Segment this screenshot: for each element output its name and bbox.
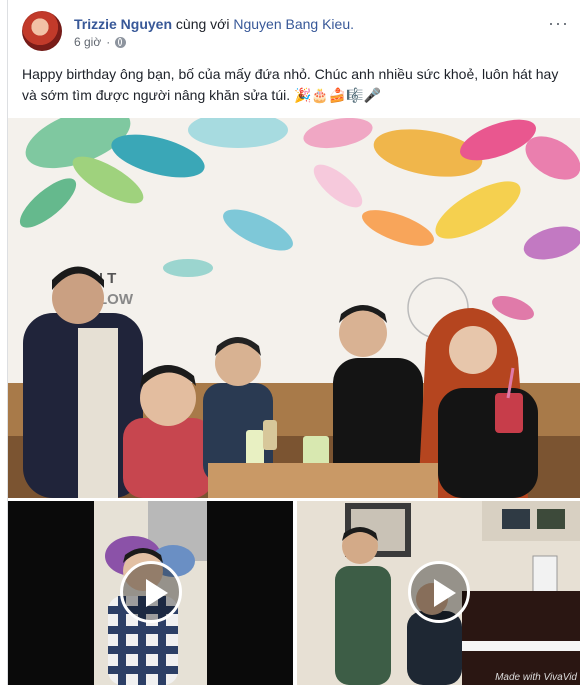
post-header: Trizzie Nguyen cùng với Nguyen Bang Kieu… (22, 11, 580, 55)
post-title-line: Trizzie Nguyen cùng với Nguyen Bang Kieu… (74, 15, 354, 33)
post-meta: 6 giờ · (74, 35, 127, 49)
tagged-person-link[interactable]: Nguyen Bang Kieu. (233, 16, 354, 32)
video-2[interactable]: Made with VivaVid (297, 501, 580, 685)
author-name-link[interactable]: Trizzie Nguyen (74, 16, 172, 32)
group-photo-image: JOIN T FOLLOW (8, 118, 580, 498)
post-media: JOIN T FOLLOW (8, 118, 580, 685)
video-2-watermark: Made with VivaVid (495, 672, 577, 683)
post-card: Trizzie Nguyen cùng với Nguyen Bang Kieu… (7, 0, 580, 685)
meta-separator: · (106, 35, 111, 49)
author-avatar[interactable] (22, 11, 62, 51)
with-label: cùng với (175, 16, 230, 32)
play-video-1-button[interactable] (120, 561, 182, 623)
post-timestamp[interactable]: 6 giờ (74, 35, 101, 49)
play-video-2-button[interactable] (408, 561, 470, 623)
more-options-icon[interactable]: ··· (548, 13, 569, 34)
video-1[interactable] (8, 501, 293, 685)
group-photo[interactable]: JOIN T FOLLOW (8, 118, 580, 498)
public-globe-icon[interactable] (115, 36, 127, 48)
post-message: Happy birthday ông bạn, bố của mấy đứa n… (22, 66, 559, 103)
